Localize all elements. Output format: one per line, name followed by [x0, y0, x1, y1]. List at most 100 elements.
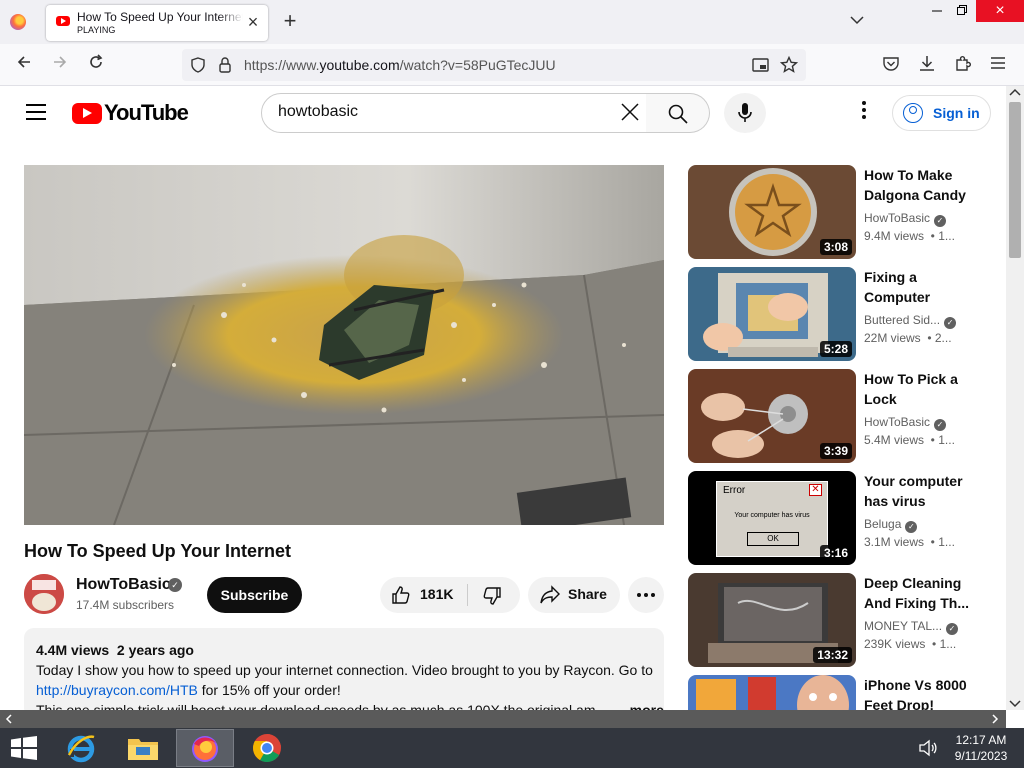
url-text[interactable]: https://www.youtube.com/watch?v=58PuGTec…	[244, 57, 556, 73]
related-video[interactable]: 3:39 How To Pick a Lock HowToBasic ✓ 5.4M…	[688, 369, 988, 463]
list-all-tabs-icon[interactable]	[848, 12, 866, 30]
related-title[interactable]: Fixing a Computer	[864, 267, 974, 307]
youtube-logo-icon[interactable]	[72, 103, 102, 124]
verified-check-icon: ✓	[934, 419, 947, 431]
related-views: 3.1M views • 1...	[864, 535, 955, 549]
verified-check-icon: ✓	[168, 578, 182, 592]
bookmark-star-icon[interactable]	[779, 55, 799, 79]
browser-tab-active[interactable]: How To Speed Up Your Internet PLAYING ×	[46, 5, 268, 41]
error-dialog-message: Your computer has virus	[734, 512, 810, 519]
verified-check-icon: ✓	[944, 317, 957, 329]
like-button[interactable]: 181K	[380, 577, 467, 613]
start-windows-icon[interactable]	[10, 736, 38, 760]
clear-search-icon[interactable]	[618, 101, 642, 125]
video-player[interactable]	[24, 165, 664, 525]
description-line: http://buyraycon.com/HTB for 15% off you…	[36, 682, 341, 698]
hamburger-menu-icon[interactable]	[990, 56, 1006, 75]
video-duration: 3:39	[819, 443, 852, 459]
vertical-scroll-thumb[interactable]	[1009, 102, 1021, 258]
horizontal-scrollbar[interactable]	[0, 710, 1006, 728]
search-box[interactable]	[261, 93, 647, 133]
dislike-button[interactable]	[468, 577, 520, 613]
internet-explorer-icon[interactable]	[52, 729, 110, 767]
window-close-button[interactable]: ×	[976, 0, 1024, 22]
new-tab-button[interactable]: +	[280, 10, 300, 32]
sign-in-button[interactable]: Sign in	[892, 95, 991, 131]
video-duration: 3:16	[819, 545, 852, 561]
search-button[interactable]	[646, 93, 710, 133]
channel-name[interactable]: HowToBasic	[76, 576, 171, 594]
related-channel[interactable]: Beluga ✓	[864, 517, 918, 533]
more-actions-button[interactable]	[628, 577, 664, 613]
share-arrow-icon	[540, 585, 560, 604]
related-video[interactable]: iPhone Vs 8000 Feet Drop!	[688, 675, 988, 710]
firefox-icon[interactable]	[10, 14, 26, 30]
related-title[interactable]: How To Pick a Lock	[864, 369, 974, 409]
related-channel[interactable]: Buttered Sid... ✓	[864, 313, 957, 329]
microphone-icon	[738, 103, 752, 122]
related-video[interactable]: 13:32 Deep Cleaning And Fixing Th... MON…	[688, 573, 988, 667]
related-views: 239K views • 1...	[864, 637, 957, 651]
tab-title: How To Speed Up Your Internet	[77, 10, 243, 24]
like-dislike-group: 181K	[380, 577, 520, 613]
subscribe-button[interactable]: Subscribe	[207, 577, 302, 613]
file-explorer-icon[interactable]	[114, 729, 172, 767]
description-link[interactable]: http://buyraycon.com/HTB	[36, 682, 198, 698]
forward-button[interactable]	[47, 51, 73, 77]
related-video[interactable]: 3:08 How To Make Dalgona Candy HowToBasi…	[688, 165, 988, 259]
video-thumbnail[interactable]: 3:39	[688, 369, 856, 463]
share-button[interactable]: Share	[528, 577, 620, 613]
error-dialog-close-icon: ✕	[809, 484, 822, 496]
video-thumbnail[interactable]: Error ✕ Your computer has virus OK 3:16	[688, 471, 856, 565]
related-title[interactable]: Deep Cleaning And Fixing Th...	[864, 573, 974, 613]
related-title[interactable]: Your computer has virus	[864, 471, 974, 511]
back-button[interactable]	[11, 51, 37, 77]
youtube-favicon-icon	[56, 16, 70, 26]
related-video[interactable]: 5:28 Fixing a Computer Buttered Sid... ✓ …	[688, 267, 988, 361]
firefox-taskbar-icon[interactable]	[176, 729, 234, 767]
video-thumbnail[interactable]	[688, 675, 856, 710]
scroll-down-icon	[1009, 700, 1021, 708]
tracking-protection-shield-icon[interactable]	[190, 57, 206, 78]
related-channel[interactable]: HowToBasic ✓	[864, 415, 947, 431]
video-thumbnail[interactable]: 3:08	[688, 165, 856, 259]
related-channel[interactable]: HowToBasic ✓	[864, 211, 947, 227]
window-restore-button[interactable]	[948, 0, 976, 22]
reload-button[interactable]	[83, 51, 109, 77]
url-bar[interactable]: https://www.youtube.com/watch?v=58PuGTec…	[182, 49, 806, 81]
clock-date[interactable]: 9/11/2023	[946, 749, 1016, 763]
scroll-left-icon	[5, 714, 12, 724]
guide-menu-icon[interactable]	[26, 104, 46, 120]
voice-search-button[interactable]	[724, 93, 766, 133]
channel-avatar[interactable]	[24, 574, 64, 614]
related-views: 9.4M views • 1...	[864, 229, 955, 243]
tab-close-icon[interactable]: ×	[244, 13, 262, 31]
youtube-logo-text[interactable]: YouTube	[104, 100, 189, 126]
volume-icon[interactable]	[918, 738, 938, 758]
video-duration: 13:32	[813, 647, 852, 663]
search-input[interactable]	[278, 103, 608, 121]
downloads-icon[interactable]	[918, 54, 936, 77]
settings-more-icon[interactable]	[854, 100, 874, 126]
chrome-icon[interactable]	[238, 729, 296, 767]
thumbs-up-icon	[392, 586, 410, 604]
video-thumbnail[interactable]: 13:32	[688, 573, 856, 667]
picture-in-picture-icon[interactable]	[752, 57, 770, 78]
video-thumbnail[interactable]: 5:28	[688, 267, 856, 361]
related-channel[interactable]: MONEY TAL... ✓	[864, 619, 959, 635]
video-title: How To Speed Up Your Internet	[24, 541, 292, 561]
thumbs-down-icon	[483, 587, 501, 605]
description-line: Today I show you how to speed up your in…	[36, 662, 653, 678]
error-dialog-ok: OK	[747, 532, 799, 546]
scroll-up-icon	[1009, 88, 1021, 96]
description-box[interactable]: 4.4M views 2 years ago Today I show you …	[24, 628, 664, 718]
related-video[interactable]: Error ✕ Your computer has virus OK 3:16 …	[688, 471, 988, 565]
related-title[interactable]: How To Make Dalgona Candy	[864, 165, 974, 205]
pocket-icon[interactable]	[882, 55, 900, 78]
account-icon	[903, 103, 923, 123]
related-title[interactable]: iPhone Vs 8000 Feet Drop!	[864, 675, 974, 710]
verified-check-icon: ✓	[934, 215, 947, 227]
lock-icon[interactable]	[218, 56, 232, 79]
extensions-icon[interactable]	[954, 54, 972, 77]
clock-time[interactable]: 12:17 AM	[946, 733, 1016, 747]
